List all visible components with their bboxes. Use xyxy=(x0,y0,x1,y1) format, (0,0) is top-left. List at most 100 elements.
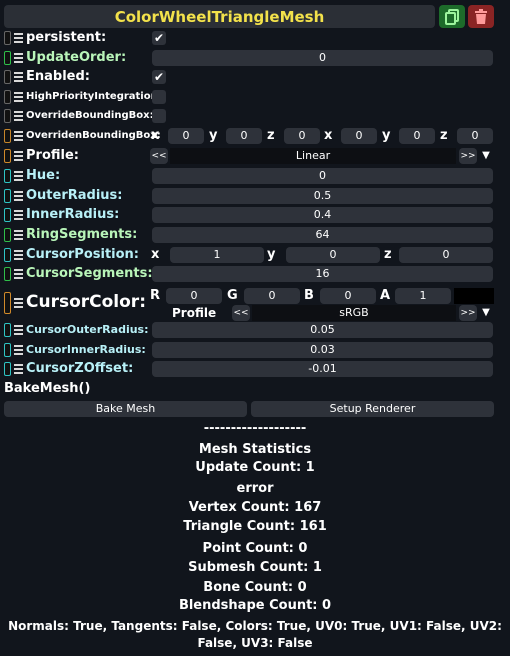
update-order-input[interactable]: 0 xyxy=(152,50,493,66)
bbox-max-x-input[interactable]: 0 xyxy=(341,128,377,144)
setup-renderer-button[interactable]: Setup Renderer xyxy=(251,401,494,417)
enabled-checkbox[interactable]: ✔ xyxy=(152,70,166,84)
profile-value: Linear xyxy=(170,148,456,164)
connector-icon[interactable] xyxy=(4,362,11,376)
cursor-inner-radius-input[interactable]: 0.03 xyxy=(152,342,493,358)
axis-label: z xyxy=(267,128,275,143)
stats-normals-line1: Normals: True, Tangents: False, Colors: … xyxy=(8,619,502,633)
connector-icon[interactable] xyxy=(4,343,11,357)
connector-icon[interactable] xyxy=(4,31,11,45)
cursor-position-z-input[interactable]: 0 xyxy=(399,247,493,263)
stats-bone-count: Bone Count: 0 xyxy=(203,580,307,595)
grip-icon[interactable] xyxy=(14,111,23,121)
grip-icon[interactable] xyxy=(14,131,23,141)
cursor-position-y-input[interactable]: 0 xyxy=(286,247,380,263)
cursor-color-g-input[interactable]: 0 xyxy=(244,288,300,304)
cursor-color-r-input[interactable]: 0 xyxy=(166,288,222,304)
connector-icon[interactable] xyxy=(4,323,11,337)
stats-title: Mesh Statistics xyxy=(198,442,312,457)
stats-vertex-count: Vertex Count: 167 xyxy=(188,500,322,515)
grip-icon[interactable] xyxy=(14,210,23,220)
field-label: CursorZOffset: xyxy=(26,361,134,376)
grip-icon[interactable] xyxy=(14,33,23,43)
axis-label: y xyxy=(267,247,276,262)
field-cursor-inner-radius: CursorInnerRadius: 0.03 xyxy=(4,341,506,359)
connector-icon[interactable] xyxy=(4,189,11,203)
field-profile: Profile: << Linear >> ▼ xyxy=(4,147,506,165)
persistent-checkbox[interactable]: ✔ xyxy=(152,31,166,45)
bbox-max-y-input[interactable]: 0 xyxy=(399,128,435,144)
delete-button[interactable] xyxy=(468,5,494,28)
field-enabled: Enabled: ✔ xyxy=(4,68,506,86)
connector-icon[interactable] xyxy=(4,169,11,183)
inner-radius-input[interactable]: 0.4 xyxy=(152,207,493,223)
outer-radius-input[interactable]: 0.5 xyxy=(152,188,493,204)
grip-icon[interactable] xyxy=(14,151,23,161)
field-label: RingSegments: xyxy=(26,227,138,242)
stats-normals-line2: False, UV3: False xyxy=(197,636,313,650)
bbox-min-y-input[interactable]: 0 xyxy=(226,128,262,144)
cursor-position-x-input[interactable]: 1 xyxy=(170,247,264,263)
profile-prev-button[interactable]: << xyxy=(150,148,168,164)
field-label: Enabled: xyxy=(26,69,90,84)
axis-label: x xyxy=(151,128,160,143)
profile-next-button[interactable]: >> xyxy=(459,148,477,164)
grip-icon[interactable] xyxy=(14,72,23,82)
field-label: OuterRadius: xyxy=(26,188,123,203)
stats-triangle-count: Triangle Count: 161 xyxy=(183,519,327,534)
color-profile-prev-button[interactable]: << xyxy=(232,305,250,321)
grip-icon[interactable] xyxy=(14,53,23,63)
channel-label: G xyxy=(227,288,238,303)
grip-icon[interactable] xyxy=(14,364,23,374)
chevron-down-icon[interactable]: ▼ xyxy=(479,305,493,321)
grip-icon[interactable] xyxy=(14,345,23,355)
cursor-color-a-input[interactable]: 1 xyxy=(395,288,451,304)
connector-icon[interactable] xyxy=(4,149,11,163)
connector-icon[interactable] xyxy=(4,292,11,314)
field-label: HighPriorityIntegration: xyxy=(26,91,162,102)
color-swatch[interactable] xyxy=(454,288,494,304)
connector-icon[interactable] xyxy=(4,248,11,262)
field-overriden-bbox: OverridenBoundingBox: x 0 y 0 z 0 x 0 y … xyxy=(4,127,506,145)
field-label: CursorOuterRadius: xyxy=(26,323,149,336)
bbox-max-z-input[interactable]: 0 xyxy=(457,128,493,144)
connector-icon[interactable] xyxy=(4,70,11,84)
field-label: OverrideBoundingBox: xyxy=(26,110,154,121)
grip-icon[interactable] xyxy=(14,92,23,102)
channel-label: B xyxy=(304,288,314,303)
bbox-min-z-input[interactable]: 0 xyxy=(284,128,320,144)
grip-icon[interactable] xyxy=(14,191,23,201)
high-priority-checkbox[interactable] xyxy=(152,90,166,104)
cursor-z-offset-input[interactable]: -0.01 xyxy=(152,361,493,377)
connector-icon[interactable] xyxy=(4,267,11,281)
grip-icon[interactable] xyxy=(14,269,23,279)
color-profile-next-button[interactable]: >> xyxy=(459,305,477,321)
grip-icon[interactable] xyxy=(14,250,23,260)
connector-icon[interactable] xyxy=(4,90,11,104)
ring-segments-input[interactable]: 64 xyxy=(152,227,493,243)
grip-icon[interactable] xyxy=(14,298,23,308)
cursor-outer-radius-input[interactable]: 0.05 xyxy=(152,322,493,338)
cursor-segments-input[interactable]: 16 xyxy=(152,266,493,282)
hue-input[interactable]: 0 xyxy=(152,168,493,184)
trash-icon xyxy=(475,8,487,24)
connector-icon[interactable] xyxy=(4,109,11,123)
axis-label: z xyxy=(440,128,448,143)
grip-icon[interactable] xyxy=(14,325,23,335)
stats-point-count: Point Count: 0 xyxy=(202,541,308,556)
grip-icon[interactable] xyxy=(14,230,23,240)
connector-icon[interactable] xyxy=(4,51,11,65)
bake-mesh-button[interactable]: Bake Mesh xyxy=(4,401,247,417)
cursor-color-b-input[interactable]: 0 xyxy=(320,288,376,304)
field-label: CursorColor: xyxy=(26,292,146,312)
duplicate-button[interactable] xyxy=(439,5,465,28)
chevron-down-icon[interactable]: ▼ xyxy=(479,148,493,164)
bbox-min-x-input[interactable]: 0 xyxy=(168,128,204,144)
connector-icon[interactable] xyxy=(4,129,11,143)
stats-blendshape-count: Blendshape Count: 0 xyxy=(178,598,332,613)
override-bbox-checkbox[interactable] xyxy=(152,109,166,123)
connector-icon[interactable] xyxy=(4,228,11,242)
connector-icon[interactable] xyxy=(4,208,11,222)
grip-icon[interactable] xyxy=(14,171,23,181)
axis-label: x xyxy=(151,247,160,262)
